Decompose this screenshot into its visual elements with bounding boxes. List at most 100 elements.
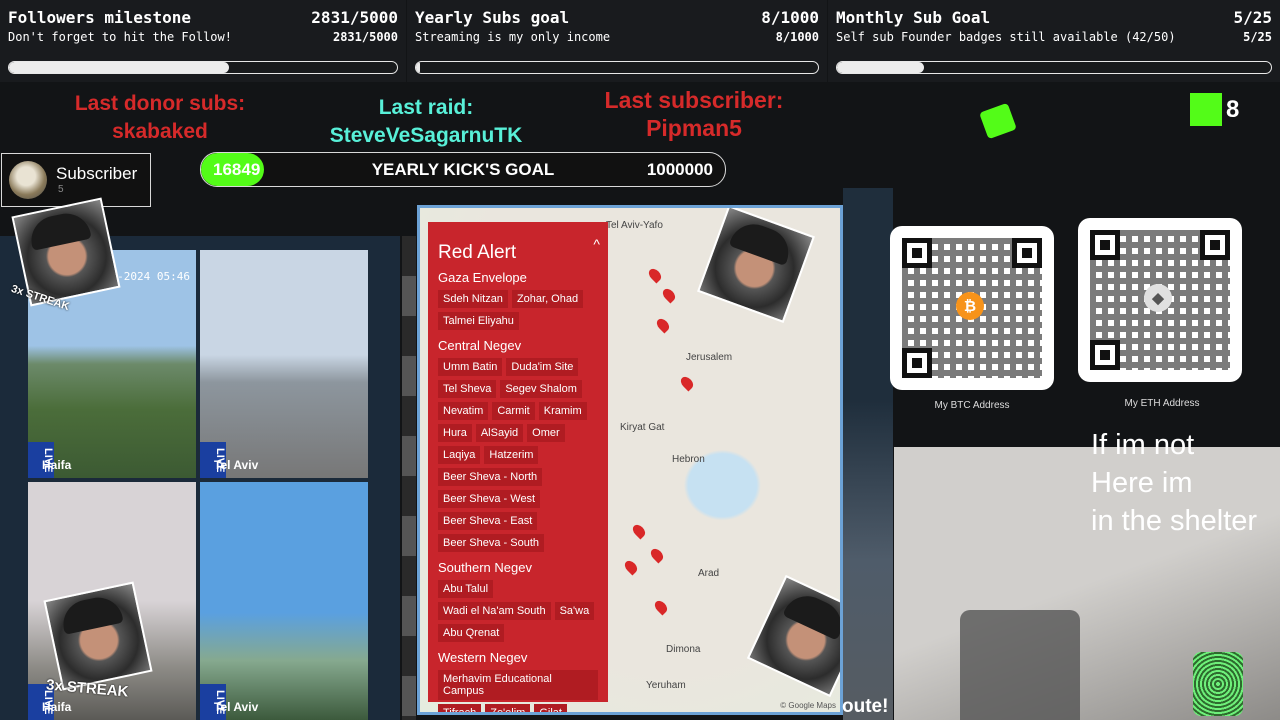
goal-progress-fill xyxy=(837,62,924,73)
alert-town: Zohar, Ohad xyxy=(511,290,584,308)
alert-region-name: Southern Negev xyxy=(438,560,532,575)
last-subscriber: Last subscriber: Pipman5 xyxy=(570,86,818,142)
kick-logo-icon xyxy=(1190,93,1222,126)
goal-progress-fill xyxy=(9,62,229,73)
goal-subcount: 5/25 xyxy=(1243,30,1272,44)
subscriber-card: Subscriber 5 xyxy=(1,153,151,207)
qr-finder xyxy=(1090,340,1120,370)
kick-goal-target: 1000000 xyxy=(646,160,713,179)
alert-town: Laqiya xyxy=(438,446,481,464)
last-donor-name: skabaked xyxy=(112,120,208,143)
collapse-icon[interactable]: ^ xyxy=(593,236,600,252)
alert-town-list: Umm Batin Duda'im Site Tel Sheva Segev Shal… xyxy=(436,356,600,554)
alert-town: Talmei Eliyahu xyxy=(438,312,519,330)
alert-town: Abu Talul xyxy=(438,580,494,598)
alert-town: Carmit xyxy=(492,402,535,420)
alert-town: Omer xyxy=(527,424,565,442)
alert-town: Sa'wa xyxy=(554,602,595,620)
goal-title: Monthly Sub Goal xyxy=(836,8,991,27)
goal-subtitle: Self sub Founder badges still available … xyxy=(836,30,1176,44)
scroll-strip xyxy=(402,236,416,720)
alert-town-list: Sdeh Nitzan Zohar, Ohad Talmei Eliyahu xyxy=(436,288,600,332)
camera-location: Haifa xyxy=(42,458,72,472)
goal-subtitle: Don't forget to hit the Follow! xyxy=(8,30,232,44)
alert-town: Beer Sheva - South xyxy=(438,534,545,552)
alert-town: Ze'elim xyxy=(485,704,531,712)
goal-count: 2831/5000 xyxy=(311,8,398,27)
map-label: Arad xyxy=(698,568,720,579)
qr-finder xyxy=(1012,238,1042,268)
last-donor-label: Last donor subs: xyxy=(74,92,246,115)
alert-region-name: Western Negev xyxy=(438,650,528,665)
shelter-line: Here im xyxy=(1091,467,1193,499)
map-label: Tel Aviv-Yafo xyxy=(606,220,663,231)
alert-town: Abu Qrenat xyxy=(438,624,505,642)
goal-progress-bar xyxy=(8,61,398,74)
qr-finder xyxy=(1200,230,1230,260)
puzzle-piece-icon xyxy=(979,102,1017,140)
alert-town: Tel Sheva xyxy=(438,380,497,398)
goal-subtitle: Streaming is my only income xyxy=(415,30,611,44)
map-label: Jerusalem xyxy=(686,352,733,363)
alert-town: Beer Sheva - East xyxy=(438,512,538,530)
qr-finder xyxy=(902,238,932,268)
map-label: Dimona xyxy=(666,644,701,655)
avatar xyxy=(9,161,47,199)
alert-town: Beer Sheva - North xyxy=(438,468,543,486)
map-label: Yeruham xyxy=(646,680,686,691)
alert-town: Umm Batin xyxy=(438,358,503,376)
chair xyxy=(960,610,1080,720)
last-subscriber-label: Last subscriber: xyxy=(604,87,784,113)
alert-region-name: Gaza Envelope xyxy=(438,270,527,285)
shelter-line: in the shelter xyxy=(1091,505,1258,537)
goal-title: Followers milestone xyxy=(8,8,192,27)
qr-finder xyxy=(1090,230,1120,260)
red-alert-title: Red Alert xyxy=(438,242,517,263)
yearly-kick-goal: 16849 YEARLY KICK'S GOAL 1000000 xyxy=(200,152,726,187)
map-attribution: © Google Maps xyxy=(780,701,836,710)
alert-town: Duda'im Site xyxy=(506,358,579,376)
goal-subcount: 2831/5000 xyxy=(332,30,398,44)
camera-location: Tel Aviv xyxy=(214,700,259,714)
alert-town: Segev Shalom xyxy=(500,380,582,398)
last-subscriber-name: Pipman5 xyxy=(646,115,742,141)
red-alert-map: Tel Aviv-Yafo Jerusalem Hebron Kiryat Ga… xyxy=(417,205,843,715)
subscriber-label: Subscriber xyxy=(56,164,138,183)
alert-regions: Gaza Envelope Sdeh Nitzan Zohar, Ohad Talme… xyxy=(436,270,600,712)
camera-feed: LIVE Tel Aviv xyxy=(200,250,368,478)
goal-title: Yearly Subs goal xyxy=(415,8,570,27)
goal-yearly-subs: Yearly Subs goal 8/1000 Streaming is my … xyxy=(407,0,827,82)
map-label: Kiryat Gat xyxy=(620,422,665,433)
alert-town: Nevatim xyxy=(438,402,489,420)
streak-sticker xyxy=(43,581,153,691)
btc-address-label: My BTC Address xyxy=(934,400,1010,411)
goal-followers: Followers milestone 2831/5000 Don't forg… xyxy=(0,0,406,82)
last-raid: Last raid: SteveVeSagarnuTK xyxy=(300,94,552,150)
alert-town-list: Merhavim Educational Campus Tifrach Ze'eli… xyxy=(436,668,600,712)
alert-town: Beer Sheva - West xyxy=(438,490,541,508)
goal-subcount: 8/1000 xyxy=(775,30,819,44)
alert-town-list: Abu Talul Wadi el Na'am South Sa'wa Abu Qre… xyxy=(436,578,600,644)
kick-viewer-count: 8 xyxy=(1226,96,1240,123)
red-alert-panel: ^ Red Alert Gaza Envelope Sdeh Nitzan Zoha… xyxy=(428,222,608,712)
shelter-line: If im not xyxy=(1091,429,1195,461)
qr-finder xyxy=(902,348,932,378)
hat-icon xyxy=(58,593,124,635)
goal-count: 8/1000 xyxy=(761,8,819,27)
game-background xyxy=(843,188,893,720)
alert-town: Tifrach xyxy=(438,704,482,712)
cup-icon xyxy=(1193,652,1243,716)
last-raid-name: SteveVeSagarnuTK xyxy=(329,124,523,147)
last-donor: Last donor subs: skabaked xyxy=(40,90,280,146)
camera-feed: LIVE Tel Aviv xyxy=(200,482,368,720)
goal-progress-bar xyxy=(415,61,819,74)
alert-town: Kramim xyxy=(538,402,587,420)
map-label: Hebron xyxy=(672,454,705,465)
camera-location: Haifa xyxy=(42,700,72,714)
subscriber-count: 5 xyxy=(58,184,64,195)
goal-count: 5/25 xyxy=(1233,8,1272,27)
alert-town: Wadi el Na'am South xyxy=(438,602,551,620)
ethereum-icon: ◆ xyxy=(1144,284,1172,312)
alert-town: Sdeh Nitzan xyxy=(438,290,508,308)
alert-town: Hatzerim xyxy=(484,446,539,464)
